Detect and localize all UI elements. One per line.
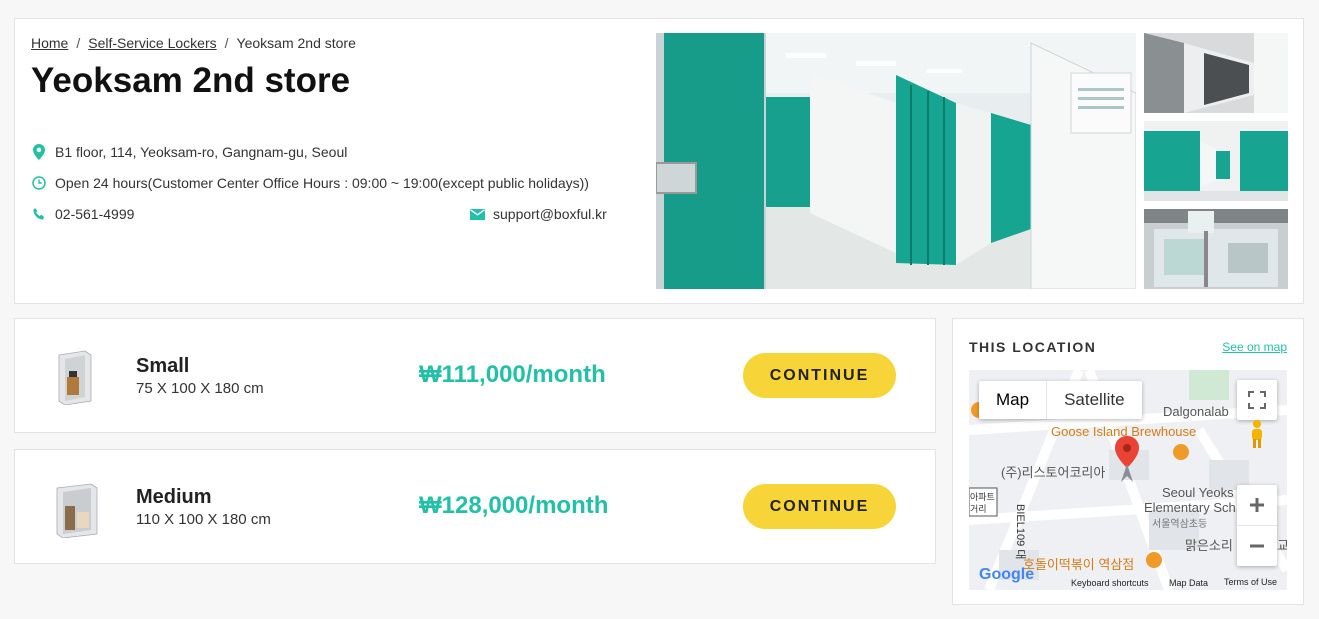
map-place-label: 거리 [970,504,987,514]
breadcrumb-separator: / [76,35,81,51]
locker-name: Medium [136,486,212,508]
map-embed[interactable]: Map Satellite Dalgonalab Goose Island Br… [969,370,1287,590]
map-type-control: Map Satellite [979,381,1142,419]
locker-dimensions: 75 X 100 X 180 cm [136,380,264,397]
mail-icon [470,208,485,220]
map-place-label: 서울역삼초등 [1152,519,1208,530]
map-data-link[interactable]: Map Data [1169,578,1208,588]
breadcrumb-lockers-link[interactable]: Self-Service Lockers [88,35,216,51]
hours-row: Open 24 hours(Customer Center Office Hou… [31,175,589,191]
map-place-label: Goose Island Brewhouse [1051,424,1197,439]
store-thumbnail[interactable] [1144,209,1288,289]
location-card: THIS LOCATION See on map Map Satellite D… [952,318,1304,605]
page-title: Yeoksam 2nd store [31,61,351,100]
locker-dimensions: 110 X 100 X 180 cm [136,511,271,528]
store-address: B1 floor, 114, Yeoksam-ro, Gangnam-gu, S… [55,144,348,160]
store-thumbnail[interactable] [1144,33,1288,113]
phone-row: 02-561-4999 [31,206,134,222]
store-thumbnail[interactable] [1144,121,1288,201]
terms-of-use-link[interactable]: Terms of Use [1224,577,1277,587]
map-place-label: BIEL109 대 [1014,504,1026,560]
email-row: support@boxful.kr [470,206,607,222]
breadcrumb-current: Yeoksam 2nd store [236,35,356,51]
street-view-pegman-icon[interactable] [1237,414,1277,454]
locker-name: Small [136,355,190,377]
map-place-label: Seoul Yeoks [1162,485,1234,500]
address-row: B1 floor, 114, Yeoksam-ro, Gangnam-gu, S… [31,144,347,160]
map-place-label: Dalgonalab [1163,404,1229,419]
continue-button-small[interactable]: CONTINUE [743,353,896,398]
phone-icon [31,206,47,222]
store-main-photo[interactable] [656,33,1136,289]
breadcrumb-separator: / [224,35,229,51]
map-place-label: 교 [1277,538,1287,553]
store-email[interactable]: support@boxful.kr [493,206,607,222]
keyboard-shortcuts-link[interactable]: Keyboard shortcuts [1071,578,1149,588]
locker-medium-image [55,482,98,539]
map-pin-icon [31,144,47,160]
locker-small-image [55,349,93,406]
zoom-control [1237,485,1277,566]
google-logo: Google [979,566,1035,583]
locker-price: ₩128,000/month [419,492,609,519]
see-on-map-link[interactable]: See on map [1222,340,1287,354]
zoom-in-icon[interactable] [1237,486,1277,526]
locker-option-small: Small 75 X 100 X 180 cm ₩111,000/month C… [14,318,936,433]
map-place-label: (주)리스토어코리아 [1001,465,1106,480]
store-hours: Open 24 hours(Customer Center Office Hou… [55,175,589,191]
breadcrumb: Home / Self-Service Lockers / Yeoksam 2n… [31,35,356,51]
map-place-label: 호돌이떡볶이 역삼점 [1023,557,1135,572]
store-header-card: Home / Self-Service Lockers / Yeoksam 2n… [14,18,1304,304]
clock-icon [31,175,47,191]
map-type-satellite-button[interactable]: Satellite [1047,381,1141,419]
store-phone[interactable]: 02-561-4999 [55,206,134,222]
locker-option-medium: Medium 110 X 100 X 180 cm ₩128,000/month… [14,449,936,564]
map-place-label: 맑은소리 [1185,538,1233,553]
location-title: THIS LOCATION [969,339,1097,355]
continue-button-medium[interactable]: CONTINUE [743,484,896,529]
map-type-map-button[interactable]: Map [979,381,1048,419]
zoom-out-icon[interactable] [1237,526,1277,566]
map-place-label: Elementary Sch [1144,500,1236,515]
breadcrumb-home-link[interactable]: Home [31,35,68,51]
locker-price: ₩111,000/month [419,361,606,388]
